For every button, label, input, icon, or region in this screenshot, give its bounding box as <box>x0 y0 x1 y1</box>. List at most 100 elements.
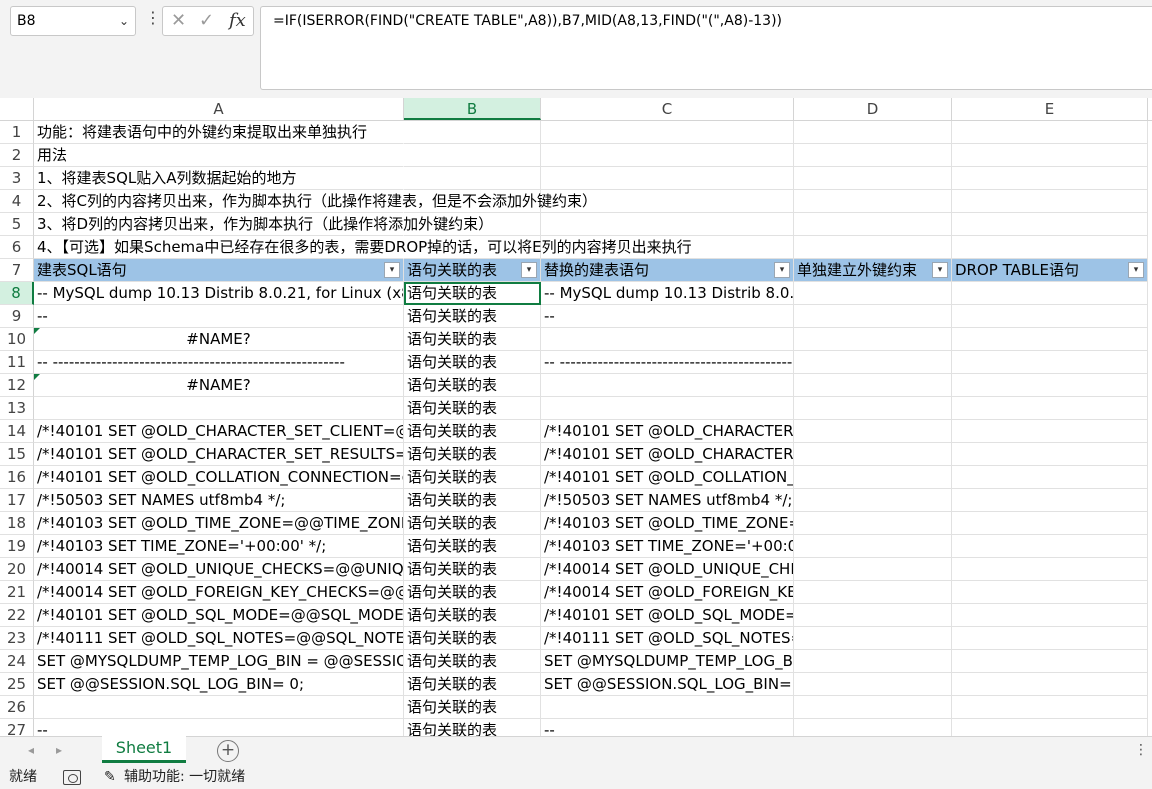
cell-b11[interactable]: 语句关联的表 <box>404 351 541 374</box>
cell-c1[interactable] <box>541 121 794 144</box>
row-header[interactable]: 26 <box>0 696 34 719</box>
cell-e9[interactable] <box>952 305 1148 328</box>
error-indicator-icon[interactable] <box>34 328 40 334</box>
add-sheet-icon[interactable]: + <box>217 740 239 762</box>
cell-c19[interactable]: /*!40103 SET TIME_ZONE='+00:00' */; <box>541 535 794 558</box>
cell-c9[interactable]: -- <box>541 305 794 328</box>
cell-a21[interactable]: /*!40014 SET @OLD_FOREIGN_KEY_CHECKS=@@F… <box>34 581 404 604</box>
cell-d25[interactable] <box>794 673 952 696</box>
cell-a23[interactable]: /*!40111 SET @OLD_SQL_NOTES=@@SQL_NOTES,… <box>34 627 404 650</box>
cell-c12[interactable] <box>541 374 794 397</box>
accessibility-icon[interactable]: ✎ <box>104 766 116 789</box>
row-header[interactable]: 22 <box>0 604 34 627</box>
cell-b18[interactable]: 语句关联的表 <box>404 512 541 535</box>
cell-d14[interactable] <box>794 420 952 443</box>
cell-b2[interactable] <box>404 144 541 167</box>
enter-icon[interactable]: ✓ <box>199 10 214 31</box>
row-header[interactable]: 16 <box>0 466 34 489</box>
cell-e17[interactable] <box>952 489 1148 512</box>
select-all-corner[interactable] <box>0 98 34 120</box>
cell-e26[interactable] <box>952 696 1148 719</box>
cell-e16[interactable] <box>952 466 1148 489</box>
cell-d27[interactable] <box>794 719 952 736</box>
error-indicator-icon[interactable] <box>34 374 40 380</box>
cell-a6[interactable]: 4、【可选】如果Schema中已经存在很多的表，需要DROP掉的话，可以将E列的… <box>34 236 692 259</box>
cell-b25[interactable]: 语句关联的表 <box>404 673 541 696</box>
insert-function-icon[interactable]: fx <box>229 10 246 31</box>
cell-c2[interactable] <box>541 144 794 167</box>
column-header-b[interactable]: B <box>404 98 541 120</box>
row-header[interactable]: 2 <box>0 144 34 167</box>
cell-d18[interactable] <box>794 512 952 535</box>
row-header[interactable]: 23 <box>0 627 34 650</box>
macro-record-icon[interactable] <box>63 770 81 785</box>
cell-c24[interactable]: SET @MYSQLDUMP_TEMP_LOG_BIN = @@SESSION.… <box>541 650 794 673</box>
row-header[interactable]: 6 <box>0 236 34 259</box>
cell-e25[interactable] <box>952 673 1148 696</box>
cell-d22[interactable] <box>794 604 952 627</box>
cell-b22[interactable]: 语句关联的表 <box>404 604 541 627</box>
cell-d23[interactable] <box>794 627 952 650</box>
cell-c10[interactable] <box>541 328 794 351</box>
cell-e1[interactable] <box>952 121 1148 144</box>
cell-b14[interactable]: 语句关联的表 <box>404 420 541 443</box>
row-header[interactable]: 5 <box>0 213 34 236</box>
filter-dropdown-icon[interactable]: ▾ <box>384 262 400 278</box>
cell-c15[interactable]: /*!40101 SET @OLD_CHARACTER_SET_RESULTS=… <box>541 443 794 466</box>
cell-b3[interactable] <box>404 167 541 190</box>
row-header[interactable]: 21 <box>0 581 34 604</box>
column-header-e[interactable]: E <box>952 98 1148 120</box>
cell-a19[interactable]: /*!40103 SET TIME_ZONE='+00:00' */; <box>34 535 404 558</box>
column-header-a[interactable]: A <box>34 98 404 120</box>
row-header[interactable]: 27 <box>0 719 34 736</box>
cell-a25[interactable]: SET @@SESSION.SQL_LOG_BIN= 0; <box>34 673 404 696</box>
cell-a5[interactable]: 3、将D列的内容拷贝出来，作为脚本执行（此操作将添加外键约束） <box>34 213 493 236</box>
cell-e10[interactable] <box>952 328 1148 351</box>
cell-e24[interactable] <box>952 650 1148 673</box>
cell-d2[interactable] <box>794 144 952 167</box>
cell-c25[interactable]: SET @@SESSION.SQL_LOG_BIN= 0; <box>541 673 794 696</box>
cell-e20[interactable] <box>952 558 1148 581</box>
cell-c13[interactable] <box>541 397 794 420</box>
cell-b13[interactable]: 语句关联的表 <box>404 397 541 420</box>
row-header[interactable]: 11 <box>0 351 34 374</box>
cell-c16[interactable]: /*!40101 SET @OLD_COLLATION_CONNECTION=@… <box>541 466 794 489</box>
cell-d8[interactable] <box>794 282 952 305</box>
column-header-d[interactable]: D <box>794 98 952 120</box>
cell-a22[interactable]: /*!40101 SET @OLD_SQL_MODE=@@SQL_MODE, S… <box>34 604 404 627</box>
row-header[interactable]: 1 <box>0 121 34 144</box>
cell-a18[interactable]: /*!40103 SET @OLD_TIME_ZONE=@@TIME_ZONE … <box>34 512 404 535</box>
cell-e15[interactable] <box>952 443 1148 466</box>
cell-b8[interactable]: 语句关联的表 <box>404 282 541 305</box>
row-header[interactable]: 20 <box>0 558 34 581</box>
cell-a20[interactable]: /*!40014 SET @OLD_UNIQUE_CHECKS=@@UNIQUE… <box>34 558 404 581</box>
cell-e7[interactable]: DROP TABLE语句 ▾ <box>952 259 1148 282</box>
cell-c14[interactable]: /*!40101 SET @OLD_CHARACTER_SET_CLIENT=@… <box>541 420 794 443</box>
row-header[interactable]: 24 <box>0 650 34 673</box>
cell-e23[interactable] <box>952 627 1148 650</box>
row-header[interactable]: 14 <box>0 420 34 443</box>
cell-e13[interactable] <box>952 397 1148 420</box>
cell-d9[interactable] <box>794 305 952 328</box>
cell-d19[interactable] <box>794 535 952 558</box>
column-header-c[interactable]: C <box>541 98 794 120</box>
cell-c17[interactable]: /*!50503 SET NAMES utf8mb4 */; <box>541 489 794 512</box>
row-header[interactable]: 15 <box>0 443 34 466</box>
cell-d16[interactable] <box>794 466 952 489</box>
cell-b16[interactable]: 语句关联的表 <box>404 466 541 489</box>
cell-a26[interactable] <box>34 696 404 719</box>
cell-a7[interactable]: 建表SQL语句 ▾ <box>34 259 404 282</box>
row-header[interactable]: 3 <box>0 167 34 190</box>
sheet-tab-sheet1[interactable]: Sheet1 <box>102 736 186 763</box>
filter-dropdown-icon[interactable]: ▾ <box>1128 262 1144 278</box>
filter-dropdown-icon[interactable]: ▾ <box>932 262 948 278</box>
row-header[interactable]: 7 <box>0 259 34 282</box>
cell-c21[interactable]: /*!40014 SET @OLD_FOREIGN_KEY_CHECKS=@@F… <box>541 581 794 604</box>
cell-e12[interactable] <box>952 374 1148 397</box>
cell-b27[interactable]: 语句关联的表 <box>404 719 541 736</box>
cell-c11[interactable]: -- -------------------------------------… <box>541 351 794 374</box>
cell-c20[interactable]: /*!40014 SET @OLD_UNIQUE_CHECKS=@@UNIQUE… <box>541 558 794 581</box>
cell-e2[interactable] <box>952 144 1148 167</box>
cell-d1[interactable] <box>794 121 952 144</box>
cell-a11[interactable]: -- -------------------------------------… <box>34 351 404 374</box>
